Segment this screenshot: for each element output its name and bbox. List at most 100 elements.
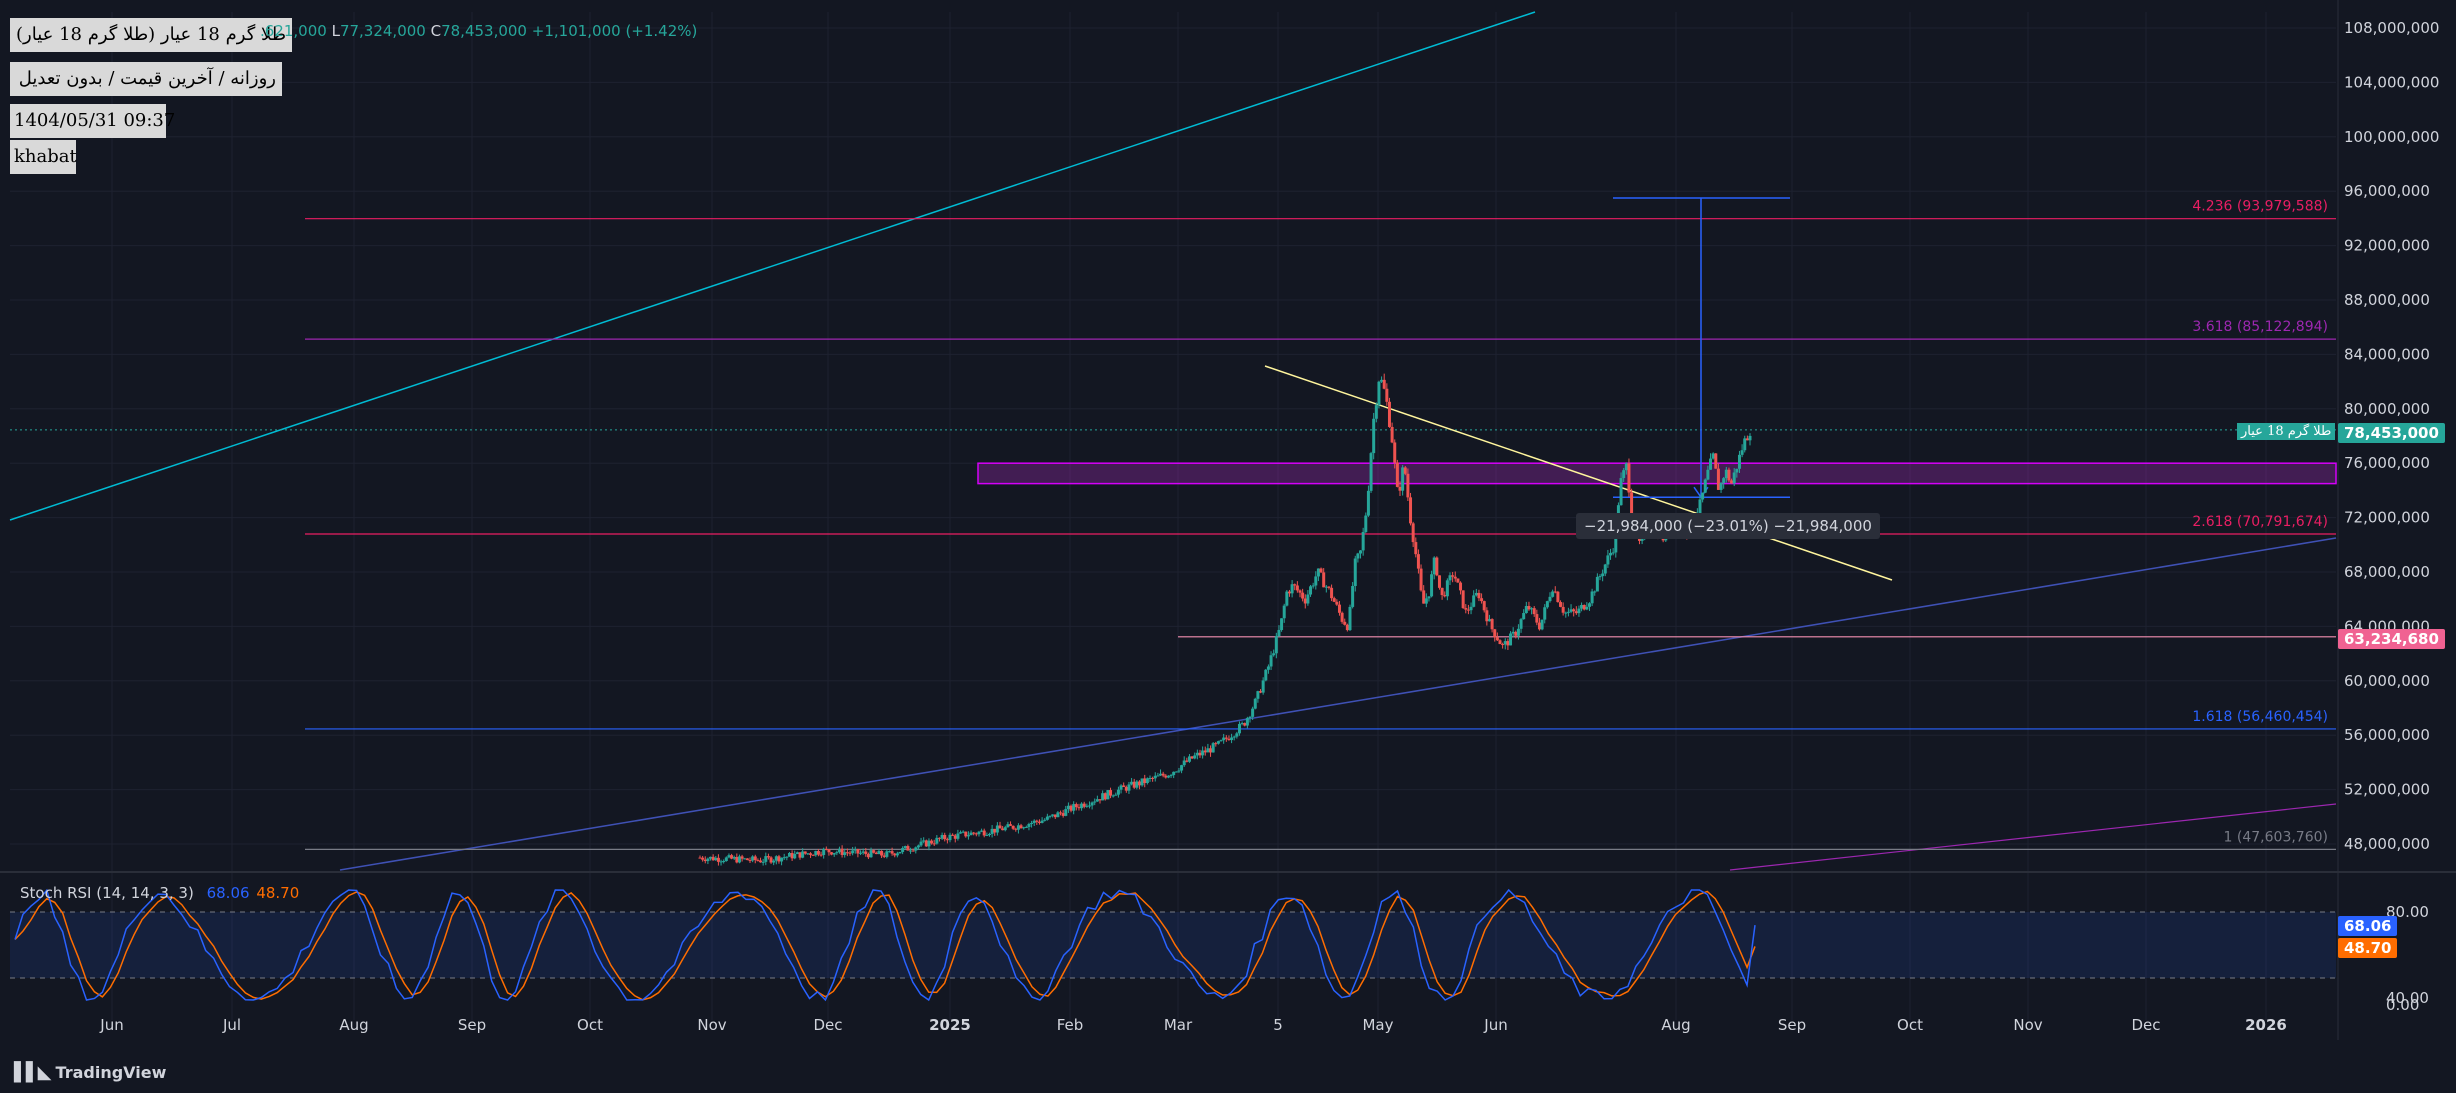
candle-body (1085, 805, 1089, 807)
candle-body (1332, 598, 1336, 602)
y-tick-label: 92,000,000 (2344, 237, 2430, 255)
candles-layer (698, 373, 1752, 866)
candle-body (1303, 598, 1307, 604)
candle-body (1051, 814, 1055, 816)
candle-body (1222, 737, 1226, 741)
candle-body (1606, 555, 1610, 565)
candle-body (948, 834, 952, 841)
candle-body (956, 833, 960, 839)
candle-body (1582, 604, 1586, 610)
candle-body (840, 848, 844, 855)
candle-body (1509, 633, 1513, 646)
candle-body (972, 832, 976, 834)
measure-tool-label[interactable]: −21,984,000 (−23.01%) −21,984,000 (1576, 513, 1880, 539)
candle-body (1095, 799, 1099, 802)
candle-body (832, 853, 836, 855)
candle-body (856, 849, 860, 854)
candle-body (730, 855, 734, 859)
candle-body (1556, 591, 1560, 603)
candle-body (937, 837, 941, 839)
candle-body (1432, 557, 1436, 575)
candle-body (724, 857, 728, 862)
candle-body (851, 850, 855, 854)
candle-body (1090, 802, 1094, 806)
candle-body (966, 835, 970, 837)
candle-body (1451, 575, 1455, 577)
candle-body (1301, 592, 1305, 599)
tradingview-logo[interactable]: ▌▌◣ TradingView (14, 1062, 166, 1083)
stoch-k-tag: 68.06 (2338, 916, 2398, 936)
candle-body (1572, 609, 1576, 612)
candle-body (1577, 608, 1581, 614)
candle-body (1445, 580, 1449, 597)
candle-body (1440, 587, 1444, 596)
candle-body (1545, 601, 1549, 608)
y-tick-label: 48,000,000 (2344, 835, 2430, 853)
candle-body (1385, 388, 1389, 402)
candle-body (1719, 483, 1723, 490)
candle-body (1324, 586, 1328, 588)
candle-body (1211, 743, 1215, 753)
candle-body (990, 828, 994, 834)
candle-body (1564, 612, 1568, 614)
candle-body (1309, 586, 1313, 595)
candle-body (751, 856, 755, 861)
candle-body (1319, 568, 1323, 573)
candle-body (1287, 591, 1291, 594)
candle-body (1487, 619, 1491, 622)
x-tick-label: Sep (458, 1016, 486, 1034)
y-tick-label: 76,000,000 (2344, 454, 2430, 472)
y-tick-label: 80,000,000 (2344, 400, 2430, 418)
candle-body (1130, 781, 1134, 785)
x-tick-label: Oct (577, 1016, 603, 1034)
candle-body (1548, 596, 1552, 602)
candle-body (1069, 805, 1073, 811)
candle-body (1261, 680, 1265, 693)
ohlc-low-value: 77,324,000 (339, 22, 426, 40)
candle-body (1019, 825, 1023, 829)
candle-body (1269, 655, 1273, 667)
candle-body (1180, 765, 1184, 771)
candle-body (885, 851, 889, 857)
candle-body (1169, 775, 1173, 777)
candle-body (1535, 614, 1539, 623)
candle-body (853, 849, 857, 851)
candle-body (861, 851, 865, 853)
y-tick-label: 104,000,000 (2344, 73, 2439, 91)
candle-body (1011, 825, 1015, 829)
candle-body (1045, 816, 1049, 820)
candle-body (1140, 778, 1144, 786)
ohlc-low-label: L (331, 22, 340, 40)
candle-body (1527, 606, 1531, 610)
chart-root[interactable]: 4.236 (93,979,588) 3.618 (85,122,894) 2.61… (0, 0, 2456, 1093)
candle-body (1372, 418, 1376, 454)
candle-body (1511, 631, 1515, 634)
y-tick-label: 108,000,000 (2344, 19, 2439, 37)
candle-body (1290, 584, 1294, 594)
candle-body (1522, 613, 1526, 620)
candle-body (1416, 554, 1420, 569)
candle-body (845, 852, 849, 854)
x-tick-label: Mar (1164, 1016, 1193, 1034)
candle-body (698, 857, 702, 859)
candle-body (919, 841, 923, 846)
candle-body (1364, 515, 1368, 532)
candle-body (1195, 752, 1199, 756)
candle-body (761, 861, 765, 863)
x-tick-label: Oct (1897, 1016, 1923, 1034)
candle-body (1080, 803, 1084, 809)
candle-body (1422, 590, 1426, 604)
candle-body (1256, 691, 1260, 699)
ohlc-close-value: 78,453,000 (441, 22, 527, 40)
candle-body (1387, 401, 1391, 427)
candle-body (1477, 592, 1481, 599)
stoch-rsi-legend[interactable]: Stoch RSI (14, 14, 3, 3) 68.06 48.70 (20, 884, 299, 902)
candle-body (1585, 606, 1589, 610)
fib-level-label: 1.618 (56,460,454) (2192, 709, 2328, 725)
price-chart-svg[interactable]: 4.236 (93,979,588) 3.618 (85,122,894) 2.61… (0, 0, 2456, 1093)
candle-body (864, 851, 868, 855)
candle-body (745, 858, 749, 861)
candle-body (1482, 601, 1486, 611)
candle-body (1032, 820, 1036, 823)
candle-body (1040, 820, 1044, 823)
